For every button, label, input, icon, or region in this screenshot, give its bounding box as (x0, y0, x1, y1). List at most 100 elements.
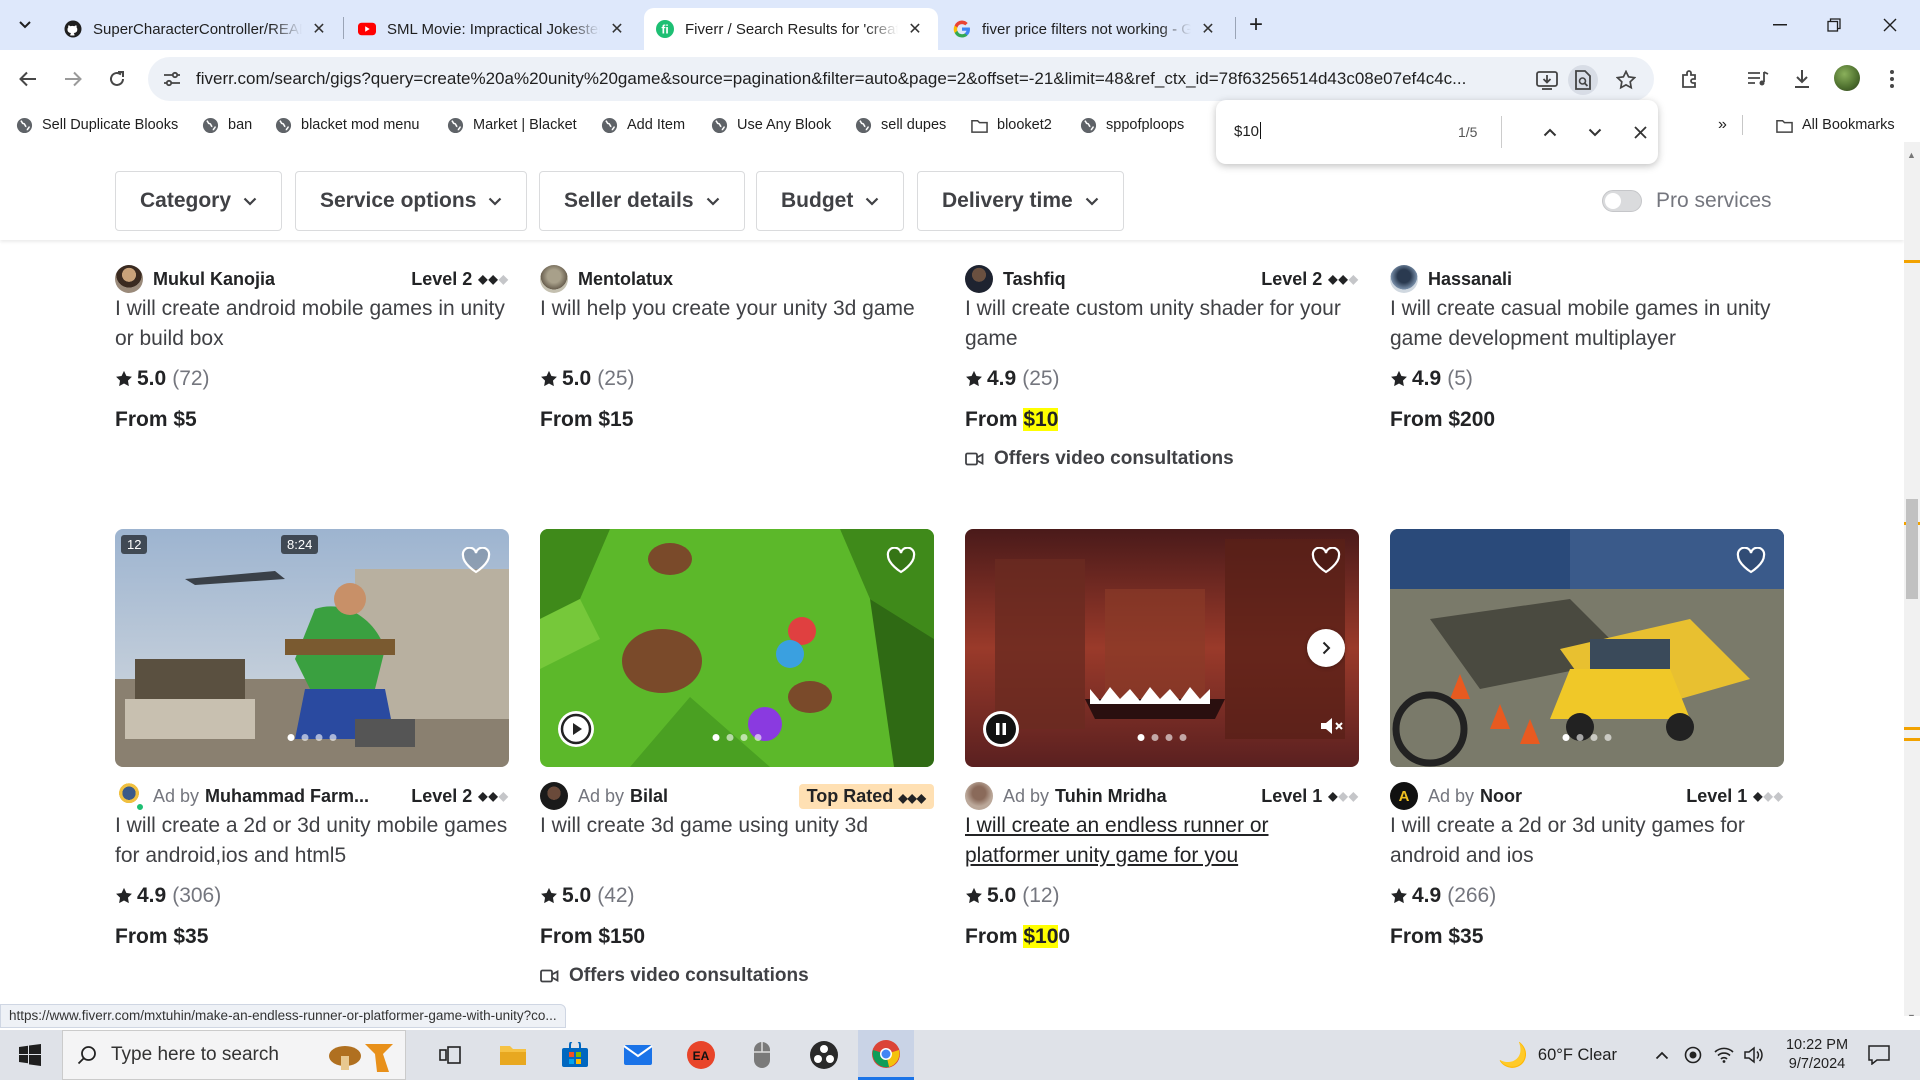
avatar[interactable] (115, 782, 144, 811)
gig-price[interactable]: From $35 (1390, 925, 1483, 949)
gig-title[interactable]: I will create casual mobile games in uni… (1390, 294, 1784, 354)
profile-avatar[interactable] (1834, 65, 1860, 91)
clock[interactable]: 10:22 PM 9/7/2024 (1776, 1030, 1858, 1080)
mail-button[interactable] (610, 1030, 666, 1080)
scroll-down-arrow-icon[interactable]: ▼ (1907, 1012, 1916, 1016)
pause-button[interactable] (983, 711, 1019, 747)
close-icon[interactable]: ✕ (308, 18, 330, 40)
seller-details-filter[interactable]: Seller details (539, 171, 745, 231)
show-hidden-icons-button[interactable] (1655, 1030, 1669, 1080)
scrollbar-thumb[interactable] (1906, 499, 1918, 599)
weather-widget[interactable]: 🌙 60°F Clear (1498, 1030, 1617, 1080)
gig-price[interactable]: From $10 (965, 408, 1059, 432)
install-app-icon[interactable] (1532, 65, 1562, 95)
gig-title[interactable]: I will create a 2d or 3d unity mobile ga… (115, 811, 509, 871)
network-button[interactable] (1714, 1030, 1734, 1080)
gig-title[interactable]: I will create 3d game using unity 3d (540, 811, 934, 871)
seller-name[interactable]: Tuhin Mridha (1055, 786, 1167, 807)
seller-name[interactable]: Muhammad Farm... (205, 786, 369, 807)
new-tab-button[interactable]: + (1241, 11, 1271, 39)
toggle-switch[interactable] (1602, 190, 1642, 212)
restore-button[interactable] (1806, 0, 1862, 50)
gig-thumbnail[interactable]: 12 8:24 (115, 529, 509, 767)
seller-name[interactable]: Noor (1480, 786, 1522, 807)
heart-icon[interactable] (1736, 547, 1766, 574)
heart-icon[interactable] (461, 547, 491, 574)
gig-thumbnail[interactable] (965, 529, 1359, 767)
pro-services-toggle[interactable]: Pro services (1602, 189, 1772, 213)
avatar[interactable] (965, 265, 993, 293)
avatar[interactable] (965, 782, 993, 810)
bookmark-item[interactable]: sppofploops (1080, 108, 1184, 142)
gig-price[interactable]: From $5 (115, 408, 197, 432)
gig-title[interactable]: I will create an endless runner or platf… (965, 811, 1359, 871)
close-window-button[interactable] (1862, 0, 1918, 50)
reload-button[interactable] (99, 61, 135, 97)
forward-button[interactable] (55, 61, 91, 97)
gig-price[interactable]: From $150 (540, 925, 645, 949)
bookmark-item[interactable]: Add Item (601, 108, 685, 142)
more-bookmarks-button[interactable]: » (1718, 108, 1727, 142)
seller-name[interactable]: Mukul Kanojia (153, 269, 275, 290)
start-button[interactable] (2, 1030, 58, 1080)
heart-icon[interactable] (1311, 547, 1341, 574)
task-view-button[interactable] (422, 1030, 478, 1080)
scroll-up-arrow-icon[interactable]: ▲ (1907, 150, 1916, 160)
tab-fiverr[interactable]: fi Fiverr / Search Results for 'create ✕ (644, 8, 938, 50)
gig-price[interactable]: From $15 (540, 408, 633, 432)
gig-title[interactable]: I will create a 2d or 3d unity games for… (1390, 811, 1784, 871)
url-text[interactable]: fiverr.com/search/gigs?query=create%20a%… (196, 69, 1576, 89)
seller-name[interactable]: Bilal (630, 786, 668, 807)
back-button[interactable] (10, 61, 46, 97)
notification-center-button[interactable] (1868, 1030, 1890, 1080)
tab-google[interactable]: fiver price filters not working - Google… (941, 8, 1231, 50)
carousel-next-button[interactable] (1307, 629, 1345, 667)
mouse-app-button[interactable] (734, 1030, 790, 1080)
page-scrollbar[interactable]: ▲ ▼ (1904, 142, 1920, 1016)
tab-youtube[interactable]: SML Movie: Impractical Jokester ✕ (346, 8, 640, 50)
gig-thumbnail[interactable] (540, 529, 934, 767)
close-icon[interactable]: ✕ (606, 18, 628, 40)
category-filter[interactable]: Category (115, 171, 283, 231)
all-bookmarks-button[interactable]: All Bookmarks (1776, 108, 1895, 142)
bookmark-item[interactable]: ban (202, 108, 252, 142)
find-close-button[interactable] (1626, 118, 1654, 146)
gig-title[interactable]: I will help you create your unity 3d gam… (540, 294, 934, 354)
seller-name[interactable]: Mentolatux (578, 269, 673, 290)
downloads-button[interactable] (1784, 61, 1820, 97)
avatar[interactable] (540, 265, 568, 293)
tab-github[interactable]: SuperCharacterController/README ✕ (52, 8, 342, 50)
media-controls-button[interactable] (1740, 61, 1776, 97)
bookmark-item[interactable]: Market | Blacket (447, 108, 577, 142)
find-next-button[interactable] (1581, 118, 1609, 146)
seller-name[interactable]: Hassanali (1428, 269, 1512, 290)
gig-title[interactable]: I will create android mobile games in un… (115, 294, 509, 354)
budget-filter[interactable]: Budget (756, 171, 905, 231)
site-info-icon[interactable] (162, 69, 182, 89)
gig-price[interactable]: From $100 (965, 925, 1070, 949)
taskbar-search-box[interactable]: Type here to search (62, 1030, 406, 1080)
gig-title[interactable]: I will create custom unity shader for yo… (965, 294, 1359, 354)
delivery-time-filter[interactable]: Delivery time (917, 171, 1124, 231)
gig-price[interactable]: From $200 (1390, 408, 1495, 432)
chrome-button[interactable] (858, 1030, 914, 1080)
gig-thumbnail[interactable] (1390, 529, 1784, 767)
file-explorer-button[interactable] (485, 1030, 541, 1080)
bookmark-item[interactable]: Use Any Blook (711, 108, 831, 142)
heart-icon[interactable] (886, 547, 916, 574)
bookmark-item[interactable]: sell dupes (855, 108, 946, 142)
tab-search-button[interactable] (8, 9, 42, 41)
avatar[interactable] (115, 265, 143, 293)
play-button[interactable] (558, 711, 594, 747)
volume-button[interactable] (1744, 1030, 1764, 1080)
extensions-button[interactable] (1672, 61, 1708, 97)
minimize-button[interactable] (1752, 0, 1808, 50)
avatar[interactable] (540, 782, 568, 810)
find-previous-button[interactable] (1536, 118, 1564, 146)
avatar[interactable] (1390, 265, 1418, 293)
location-icon[interactable] (1684, 1030, 1702, 1080)
microsoft-store-button[interactable] (547, 1030, 603, 1080)
menu-button[interactable] (1874, 61, 1910, 97)
address-bar[interactable]: fiverr.com/search/gigs?query=create%20a%… (148, 57, 1654, 101)
mute-button[interactable] (1319, 715, 1345, 737)
